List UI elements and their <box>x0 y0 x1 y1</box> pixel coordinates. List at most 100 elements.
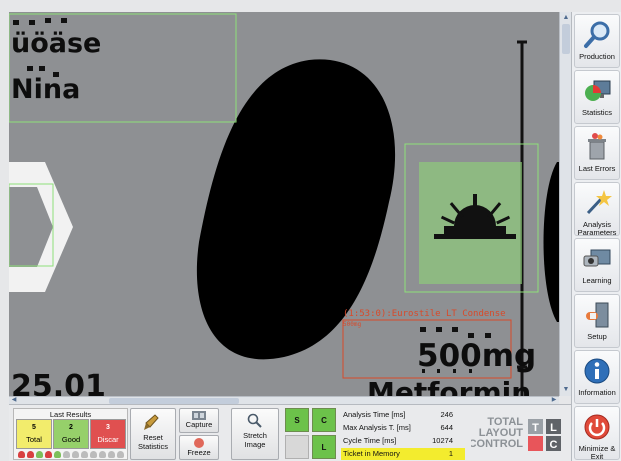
total-count-tile: 5 Total <box>16 419 52 449</box>
broom-icon <box>144 414 159 430</box>
history-dot <box>27 451 34 458</box>
vertical-scrollbar[interactable]: ▲ ▼ <box>559 12 571 396</box>
history-dot <box>72 451 79 458</box>
reset-statistics-label: Reset Statistics <box>137 433 168 451</box>
capture-button[interactable]: Capture <box>179 408 219 433</box>
stop-icon <box>194 438 204 448</box>
sc-cell: L <box>312 435 336 459</box>
sidebar-item-label: Setup <box>587 332 607 341</box>
camera-icon <box>583 249 611 267</box>
stat-row: Cycle Time [ms] 10274 <box>341 435 465 447</box>
scroll-up-icon[interactable]: ▲ <box>561 13 571 23</box>
capture-label: Capture <box>185 420 213 429</box>
stat-label: Max Analysis T. [ms] <box>343 423 411 432</box>
stat-row: Ticket in Memory 1 <box>341 448 465 460</box>
magnifier-icon <box>584 21 610 48</box>
door-icon <box>586 302 609 328</box>
history-dot <box>45 451 52 458</box>
history-dot <box>90 451 97 458</box>
freeze-label: Freeze <box>187 448 211 457</box>
stretch-image-button[interactable]: Stretch Image <box>231 408 279 460</box>
reset-statistics-button[interactable]: Reset Statistics <box>130 408 176 460</box>
stat-value: 1 <box>448 449 453 458</box>
sc-cell <box>285 435 309 459</box>
vertical-scroll-thumb[interactable] <box>562 24 570 54</box>
stat-row: Max Analysis T. [ms] 644 <box>341 422 465 434</box>
timing-stats-panel: Analysis Time [ms] 246 Max Analysis T. [ms… <box>341 409 465 461</box>
foil-word-partial: Metformin <box>367 376 531 396</box>
stat-label: Analysis Time [ms] <box>343 410 406 419</box>
wand-icon <box>586 190 612 215</box>
sidebar-item-learning[interactable]: Learning <box>574 238 620 292</box>
history-dot <box>54 451 61 458</box>
stat-value: 10274 <box>432 436 453 445</box>
sidebar-item-information[interactable]: Information <box>574 350 620 404</box>
scroll-down-icon[interactable]: ▼ <box>561 385 571 395</box>
camera-image: üöäse Nina 25.01 Metformin (1:53:0):Euro… <box>9 12 559 396</box>
stat-value: 246 <box>440 410 453 419</box>
freeze-button[interactable]: Freeze <box>179 435 219 460</box>
foil-text-top-2: Nina <box>11 74 80 105</box>
bottom-toolbar: Last Results 5 Total 2 Good 3 Discar Res… <box>9 404 571 461</box>
sidebar-item-label: Minimize & Exit <box>578 444 616 461</box>
discard-label: Discar <box>97 435 119 444</box>
history-dot <box>18 451 25 458</box>
sidebar-item-label: Last Errors <box>578 164 616 173</box>
total-layout-control-logo: TOTAL LAYOUT CONTROL T L C <box>471 416 561 451</box>
sidebar-item-label: Analysis Parameters <box>577 220 617 237</box>
total-label: Total <box>26 435 42 444</box>
history-dot <box>108 451 115 458</box>
roi-font-label: (1:53:0):Eurostile LT Condense <box>343 309 506 319</box>
sidebar-item-minimize-exit[interactable]: Minimize & Exit <box>574 406 620 461</box>
stat-label: Cycle Time [ms] <box>343 436 397 445</box>
good-count-tile: 2 Good <box>53 419 89 449</box>
power-icon <box>584 414 610 440</box>
sidebar-item-label: Information <box>578 388 616 397</box>
main-navigation-sidebar: Production Statistics Last Errors Analys… <box>571 12 621 461</box>
sc-cell: C <box>312 408 336 432</box>
sidebar-item-last-errors[interactable]: Last Errors <box>574 126 620 180</box>
horizontal-scrollbar[interactable]: ◀ ▶ <box>9 396 559 404</box>
logo-letter-c: C <box>550 439 558 451</box>
trash-icon <box>588 133 606 160</box>
history-dot <box>63 451 70 458</box>
discard-count: 3 <box>106 424 110 431</box>
logo-letter-l: L <box>550 422 557 434</box>
sidebar-item-production[interactable]: Production <box>574 14 620 68</box>
last-results-panel: Last Results 5 Total 2 Good 3 Discar <box>13 408 128 460</box>
logo-square-red <box>528 436 543 451</box>
sidebar-item-label: Statistics <box>581 108 612 117</box>
film-icon <box>192 411 206 420</box>
logo-line-3: CONTROL <box>471 438 523 450</box>
stat-value: 644 <box>440 423 453 432</box>
pie-chart-icon <box>585 80 611 101</box>
scroll-left-icon[interactable]: ◀ <box>9 396 19 404</box>
history-dot <box>99 451 106 458</box>
sidebar-item-setup[interactable]: Setup <box>574 294 620 348</box>
stat-row: Analysis Time [ms] 246 <box>341 409 465 421</box>
info-icon <box>584 358 610 384</box>
history-dot <box>81 451 88 458</box>
sidebar-item-statistics[interactable]: Statistics <box>574 70 620 124</box>
sc-status-grid: SCL <box>285 408 337 460</box>
total-count: 5 <box>32 424 36 431</box>
stretch-image-label: Stretch Image <box>243 431 267 449</box>
last-results-title: Last Results <box>49 410 92 419</box>
logo-letter-t: T <box>532 422 539 434</box>
stat-label: Ticket in Memory <box>343 449 400 458</box>
result-history-strip <box>18 451 124 459</box>
good-count: 2 <box>69 424 73 431</box>
camera-image-viewport[interactable]: üöäse Nina 25.01 Metformin (1:53:0):Euro… <box>9 12 559 396</box>
foil-text-top-1: üöäse <box>11 28 101 59</box>
sidebar-item-analysis-parameters[interactable]: Analysis Parameters <box>574 182 620 237</box>
history-dot <box>117 451 124 458</box>
sidebar-item-label: Production <box>579 52 615 61</box>
inspection-app: üöäse Nina 25.01 Metformin (1:53:0):Euro… <box>0 0 621 461</box>
sidebar-item-label: Learning <box>582 276 612 285</box>
sc-cell: S <box>285 408 309 432</box>
discard-count-tile: 3 Discar <box>90 419 126 449</box>
scroll-right-icon[interactable]: ▶ <box>549 396 559 404</box>
foil-date-partial: 25.01 <box>11 369 106 396</box>
good-label: Good <box>61 435 81 444</box>
history-dot <box>36 451 43 458</box>
